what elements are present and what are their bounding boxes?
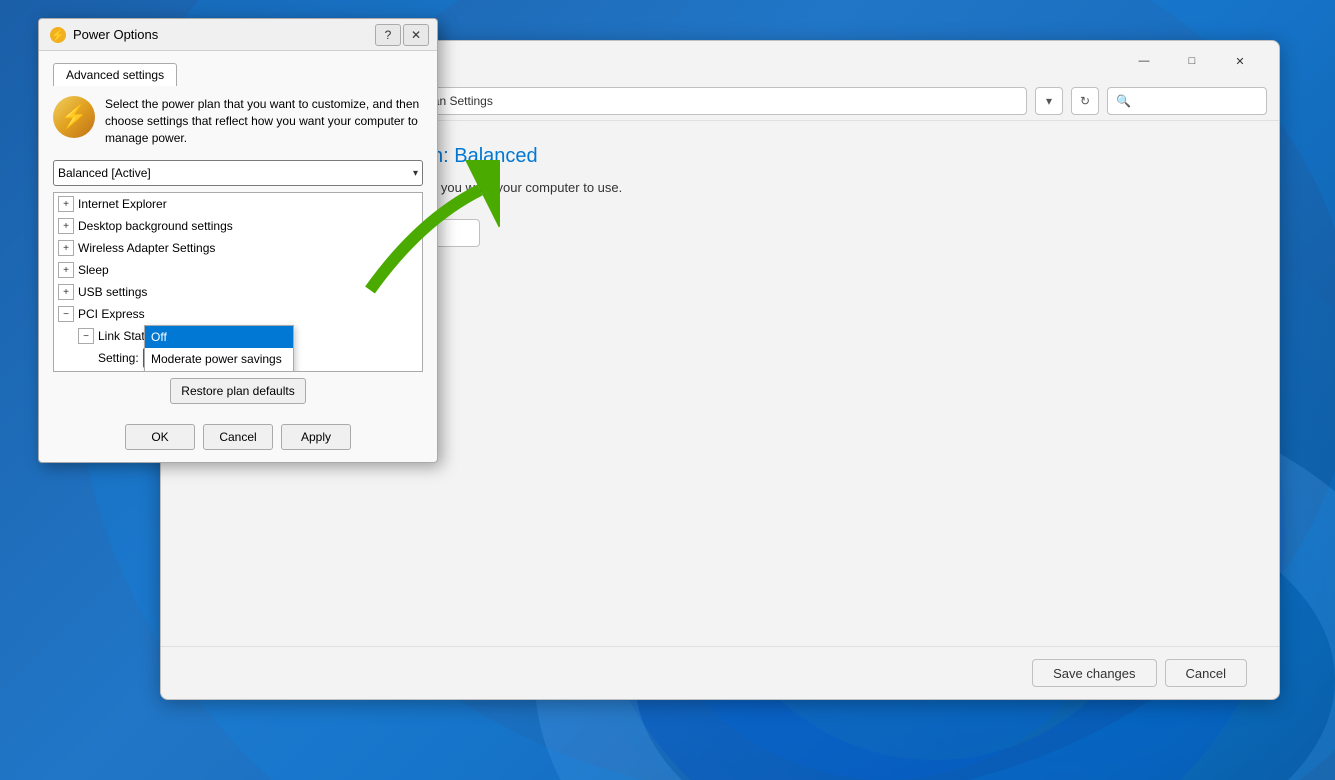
bg-window-footer: Save changes Cancel bbox=[161, 646, 1279, 699]
tree-toggle-sleep[interactable]: + bbox=[58, 262, 74, 278]
dialog-ok-button[interactable]: OK bbox=[125, 424, 195, 450]
restore-plan-defaults-button[interactable]: Restore plan defaults bbox=[170, 378, 305, 404]
tree-toggle-desktop-background[interactable]: + bbox=[58, 218, 74, 234]
tree-toggle-wireless-adapter[interactable]: + bbox=[58, 240, 74, 256]
dialog-cancel-button[interactable]: Cancel bbox=[203, 424, 273, 450]
power-plan-icon bbox=[53, 96, 95, 138]
search-box[interactable]: 🔍 bbox=[1107, 87, 1267, 115]
tree-item-internet-explorer[interactable]: + Internet Explorer bbox=[54, 193, 422, 215]
tree-label-wireless-adapter: Wireless Adapter Settings bbox=[78, 241, 215, 255]
power-options-dialog: ⚡ Power Options ? ✕ Advanced settings Se… bbox=[38, 18, 438, 463]
plan-dropdown-area: Balanced [Active] ▾ bbox=[53, 160, 423, 186]
bg-window-controls: — □ ✕ bbox=[1121, 46, 1263, 76]
tree-item-sleep[interactable]: + Sleep bbox=[54, 259, 422, 281]
advanced-settings-tab[interactable]: Advanced settings bbox=[53, 63, 177, 86]
dialog-description-text: Select the power plan that you want to c… bbox=[105, 96, 423, 146]
maximize-button[interactable]: □ bbox=[1169, 46, 1215, 76]
tree-toggle-usb-settings[interactable]: + bbox=[58, 284, 74, 300]
tree-item-usb-settings[interactable]: + USB settings bbox=[54, 281, 422, 303]
save-changes-button[interactable]: Save changes bbox=[1032, 659, 1156, 687]
setting-label-tree: Setting: bbox=[98, 351, 139, 365]
dialog-description-area: Select the power plan that you want to c… bbox=[53, 86, 423, 154]
tree-label-sleep: Sleep bbox=[78, 263, 109, 277]
tree-item-pci-express[interactable]: − PCI Express bbox=[54, 303, 422, 325]
dialog-body: Advanced settings Select the power plan … bbox=[39, 51, 437, 416]
plan-select-value: Balanced [Active] bbox=[58, 166, 151, 180]
dialog-titlebar: ⚡ Power Options ? ✕ bbox=[39, 19, 437, 51]
dropdown-option-off[interactable]: Off bbox=[145, 326, 293, 348]
tree-toggle-link-state[interactable]: − bbox=[78, 328, 94, 344]
tree-item-desktop-background[interactable]: + Desktop background settings bbox=[54, 215, 422, 237]
power-dialog-icon: ⚡ bbox=[49, 26, 67, 44]
setting-dropdown-popup: Off Moderate power savings Maximum power… bbox=[144, 325, 294, 372]
dialog-help-button[interactable]: ? bbox=[375, 24, 401, 46]
tree-label-desktop-background: Desktop background settings bbox=[78, 219, 233, 233]
power-settings-tree[interactable]: + Internet Explorer + Desktop background… bbox=[53, 192, 423, 372]
svg-text:⚡: ⚡ bbox=[51, 29, 65, 42]
dropdown-option-moderate[interactable]: Moderate power savings bbox=[145, 348, 293, 370]
tree-item-wireless-adapter[interactable]: + Wireless Adapter Settings bbox=[54, 237, 422, 259]
tree-label-usb-settings: USB settings bbox=[78, 285, 147, 299]
address-bar-refresh-button[interactable]: ↻ bbox=[1071, 87, 1099, 115]
cancel-button[interactable]: Cancel bbox=[1165, 659, 1247, 687]
plan-select-dropdown[interactable]: Balanced [Active] ▾ bbox=[53, 160, 423, 186]
dialog-footer: OK Cancel Apply bbox=[39, 416, 437, 462]
minimize-button[interactable]: — bbox=[1121, 46, 1167, 76]
dialog-title-left: ⚡ Power Options bbox=[49, 26, 158, 44]
tree-label-internet-explorer: Internet Explorer bbox=[78, 197, 167, 211]
plan-select-arrow-icon: ▾ bbox=[413, 168, 418, 179]
bg-window-close-button[interactable]: ✕ bbox=[1217, 46, 1263, 76]
tree-toggle-pci-express[interactable]: − bbox=[58, 306, 74, 322]
address-bar-dropdown-button[interactable]: ▾ bbox=[1035, 87, 1063, 115]
dialog-titlebar-buttons: ? ✕ bbox=[375, 24, 429, 46]
tree-toggle-internet-explorer[interactable]: + bbox=[58, 196, 74, 212]
search-icon: 🔍 bbox=[1116, 94, 1131, 108]
dialog-title-text: Power Options bbox=[73, 27, 158, 42]
dialog-close-button[interactable]: ✕ bbox=[403, 24, 429, 46]
tree-label-pci-express: PCI Express bbox=[78, 307, 145, 321]
dialog-apply-button[interactable]: Apply bbox=[281, 424, 351, 450]
